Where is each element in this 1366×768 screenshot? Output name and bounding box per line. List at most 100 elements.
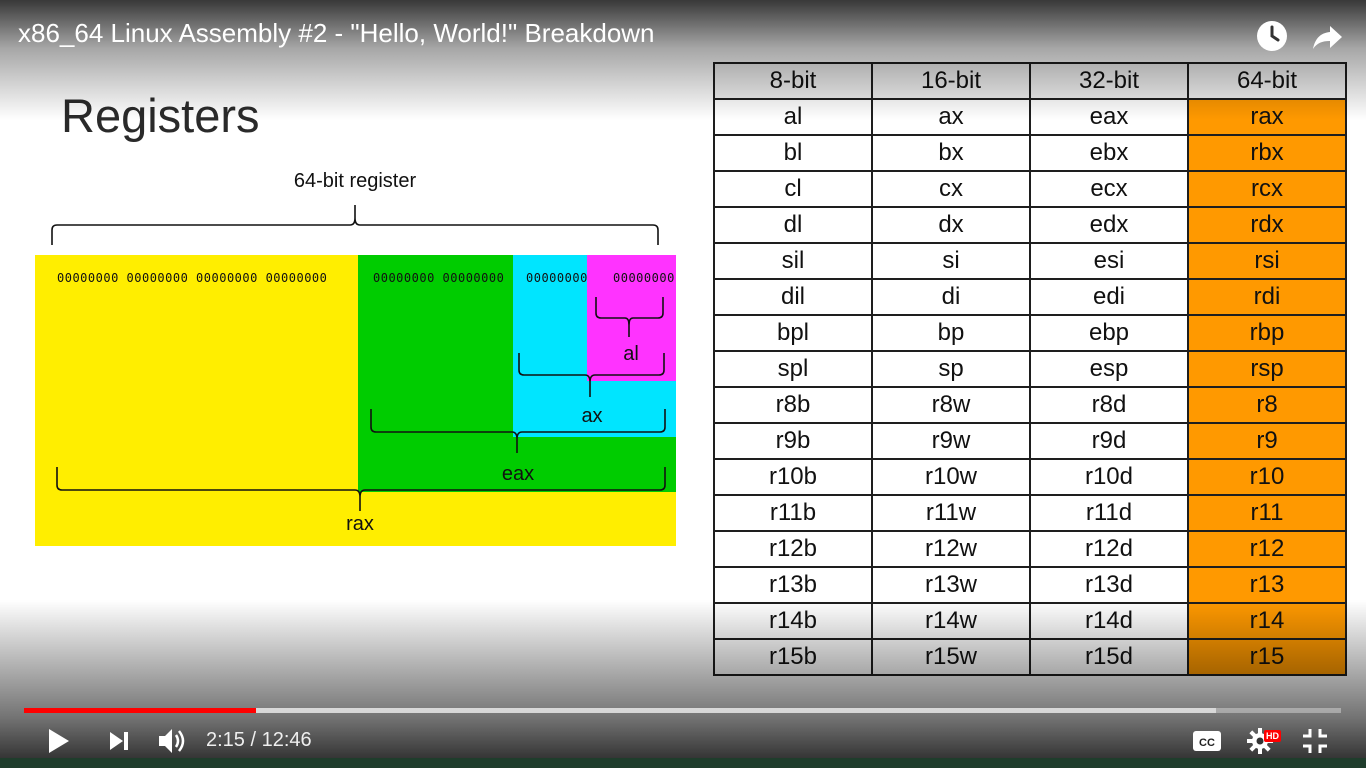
table-cell: rsi — [1187, 242, 1347, 280]
watch-later-button[interactable] — [1254, 18, 1290, 54]
top-brace — [51, 205, 659, 245]
table-cell: r11 — [1187, 494, 1347, 532]
table-row: spl sp esp rsp — [713, 350, 1347, 388]
table-cell: bp — [871, 314, 1031, 352]
table-cell: dx — [871, 206, 1031, 244]
label-al: al — [623, 343, 639, 365]
table-cell: r13w — [871, 566, 1031, 604]
header-16-bit: 16-bit — [871, 62, 1031, 100]
table-cell: r14 — [1187, 602, 1347, 640]
table-row: r12b r12w r12d r12 — [713, 530, 1347, 568]
hd-badge: HD — [1264, 730, 1281, 742]
table-cell: r9d — [1029, 422, 1189, 460]
table-cell: esi — [1029, 242, 1189, 280]
table-cell: r12 — [1187, 530, 1347, 568]
table-cell: r10w — [871, 458, 1031, 496]
share-button[interactable] — [1310, 18, 1346, 54]
bottom-strip — [0, 758, 1366, 768]
table-cell: r9 — [1187, 422, 1347, 460]
table-cell: cx — [871, 170, 1031, 208]
table-cell: r15w — [871, 638, 1031, 676]
video-title[interactable]: x86_64 Linux Assembly #2 - "Hello, World… — [18, 18, 655, 49]
table-row: cl cx ecx rcx — [713, 170, 1347, 208]
table-row: dil di edi rdi — [713, 278, 1347, 316]
table-cell: r15b — [713, 638, 873, 676]
table-cell: dil — [713, 278, 873, 316]
table-cell: r9w — [871, 422, 1031, 460]
register-table-header: 8-bit 16-bit 32-bit 64-bit — [713, 62, 1347, 100]
cc-icon: CC — [1193, 731, 1221, 751]
table-cell: si — [871, 242, 1031, 280]
table-row: r9b r9w r9d r9 — [713, 422, 1347, 460]
table-cell: r11w — [871, 494, 1031, 532]
exit-fullscreen-button[interactable] — [1301, 727, 1329, 760]
table-cell: r14w — [871, 602, 1031, 640]
table-cell: esp — [1029, 350, 1189, 388]
register-table: 8-bit 16-bit 32-bit 64-bit al ax eax rax bl b… — [713, 62, 1347, 676]
volume-icon — [159, 729, 185, 753]
exit-fullscreen-icon — [1303, 729, 1327, 753]
captions-button[interactable]: CC — [1192, 729, 1222, 758]
table-cell: r12b — [713, 530, 873, 568]
table-cell: r12d — [1029, 530, 1189, 568]
play-button[interactable] — [44, 726, 72, 761]
register-diagram-shapes — [35, 205, 676, 546]
volume-button[interactable] — [156, 726, 190, 761]
table-cell: al — [713, 98, 873, 136]
table-cell: edx — [1029, 206, 1189, 244]
share-arrow-icon — [1313, 26, 1342, 49]
table-cell: bx — [871, 134, 1031, 172]
header-32-bit: 32-bit — [1029, 62, 1189, 100]
table-cell: ebx — [1029, 134, 1189, 172]
table-row: bl bx ebx rbx — [713, 134, 1347, 172]
next-button[interactable] — [106, 728, 132, 759]
progress-bar[interactable] — [24, 708, 1341, 713]
table-cell: r9b — [713, 422, 873, 460]
table-cell: bl — [713, 134, 873, 172]
table-cell: r12w — [871, 530, 1031, 568]
table-cell: ax — [871, 98, 1031, 136]
bits-eax-high: 00000000 00000000 — [373, 271, 505, 285]
table-row: r8b r8w r8d r8 — [713, 386, 1347, 424]
bits-ah: 00000000 — [526, 271, 588, 285]
progress-played — [24, 708, 256, 713]
header-8-bit: 8-bit — [713, 62, 873, 100]
bits-al: 00000000 — [613, 271, 675, 285]
svg-text:CC: CC — [1199, 737, 1215, 749]
table-cell: r14d — [1029, 602, 1189, 640]
diagram-top-label: 64-bit register — [293, 170, 417, 192]
bits-rax-high: 00000000 00000000 00000000 00000000 — [57, 271, 328, 285]
slide-heading: Registers — [61, 89, 260, 142]
table-cell: r15d — [1029, 638, 1189, 676]
table-row: r14b r14w r14d r14 — [713, 602, 1347, 640]
label-eax: eax — [501, 463, 535, 485]
table-cell: rdi — [1187, 278, 1347, 316]
table-cell: rax — [1187, 98, 1347, 136]
table-cell: di — [871, 278, 1031, 316]
header-64-bit: 64-bit — [1187, 62, 1347, 100]
table-cell: rdx — [1187, 206, 1347, 244]
register-diagram: 64-bit register 00000000 00000000 000000… — [35, 165, 695, 550]
table-cell: r13b — [713, 566, 873, 604]
table-cell: rsp — [1187, 350, 1347, 388]
table-cell: r11b — [713, 494, 873, 532]
table-cell: r8b — [713, 386, 873, 424]
table-cell: r10 — [1187, 458, 1347, 496]
table-cell: spl — [713, 350, 873, 388]
skip-next-icon — [110, 732, 128, 750]
table-cell: r8 — [1187, 386, 1347, 424]
table-cell: ebp — [1029, 314, 1189, 352]
table-cell: bpl — [713, 314, 873, 352]
time-display: 2:15 / 12:46 — [206, 729, 312, 751]
table-row: al ax eax rax — [713, 98, 1347, 136]
table-cell: r10d — [1029, 458, 1189, 496]
table-cell: edi — [1029, 278, 1189, 316]
table-cell: r13d — [1029, 566, 1189, 604]
table-row: r15b r15w r15d r15 — [713, 638, 1347, 676]
table-row: dl dx edx rdx — [713, 206, 1347, 244]
table-cell: dl — [713, 206, 873, 244]
table-cell: r13 — [1187, 566, 1347, 604]
label-ax: ax — [581, 405, 603, 427]
table-cell: r8w — [871, 386, 1031, 424]
table-cell: r8d — [1029, 386, 1189, 424]
